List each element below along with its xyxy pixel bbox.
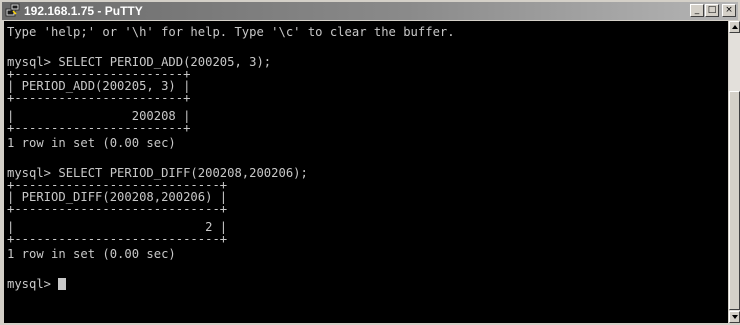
close-button[interactable]: ×: [722, 4, 736, 17]
terminal-line: 1 row in set (0.00 sec): [7, 247, 176, 261]
putty-window: 192.168.1.75 - PuTTY _ □ × Type 'help;' …: [0, 0, 740, 325]
maximize-icon: □: [707, 5, 717, 15]
window-title: 192.168.1.75 - PuTTY: [24, 4, 143, 18]
terminal-line: +-----------------------+: [7, 121, 191, 135]
terminal-screen[interactable]: Type 'help;' or '\h' for help. Type '\c'…: [4, 21, 728, 323]
scroll-thumb[interactable]: [729, 91, 740, 310]
vertical-scrollbar[interactable]: [729, 21, 740, 323]
arrow-up-icon: [732, 25, 738, 29]
prompt-line: mysql>: [7, 277, 67, 292]
close-icon: ×: [725, 5, 733, 15]
terminal-line: +-----------------------+: [7, 91, 191, 105]
scroll-down-button[interactable]: [729, 311, 740, 323]
minimize-button[interactable]: _: [690, 4, 704, 17]
minimize-icon: _: [694, 5, 700, 15]
maximize-button[interactable]: □: [705, 4, 719, 17]
scroll-up-button[interactable]: [729, 21, 740, 33]
terminal-line: +----------------------------+: [7, 202, 228, 216]
text-cursor: [58, 278, 67, 290]
prompt-text: mysql>: [7, 277, 59, 291]
terminal-line: Type 'help;' or '\h' for help. Type '\c'…: [7, 25, 455, 39]
putty-app-icon: [5, 3, 20, 17]
terminal-line: 1 row in set (0.00 sec): [7, 136, 176, 150]
arrow-down-icon: [732, 315, 738, 319]
title-bar[interactable]: 192.168.1.75 - PuTTY _ □ ×: [2, 2, 738, 20]
terminal-line: +----------------------------+: [7, 232, 228, 246]
